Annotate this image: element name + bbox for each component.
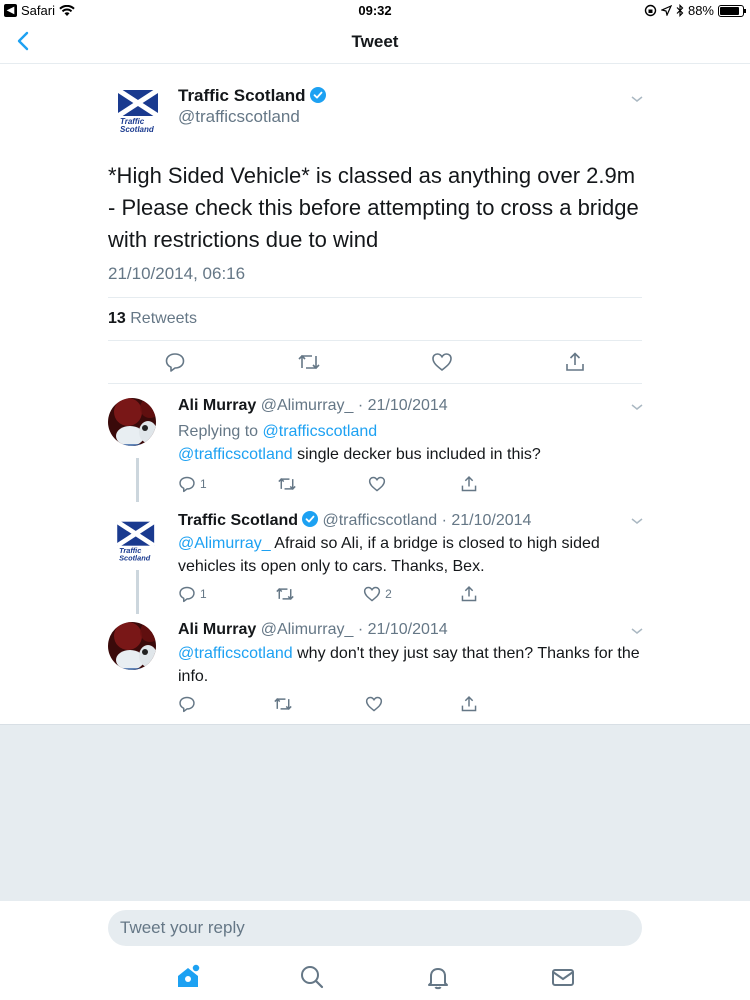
mention-link[interactable]: @trafficscotland: [178, 446, 293, 463]
reply-icon: [179, 696, 195, 713]
reply-button[interactable]: 1: [178, 585, 207, 603]
retweet-icon: [273, 698, 292, 710]
reply-tweet[interactable]: Ali Murray @Alimurray_ · 21/10/2014 @tra…: [0, 614, 750, 724]
main-author-name-row[interactable]: Traffic Scotland: [178, 86, 326, 106]
like-count: 2: [385, 587, 392, 601]
reply-header: Ali Murray @Alimurray_ · 21/10/2014: [178, 397, 448, 415]
reply-input[interactable]: [108, 910, 642, 946]
retweet-stats[interactable]: 13 Retweets: [108, 310, 197, 328]
reply-icon[interactable]: [164, 351, 186, 373]
author-handle: @trafficscotland: [178, 107, 300, 126]
tweet-text: *High Sided Vehicle* is classed as anyth…: [108, 163, 639, 252]
page-title: Tweet: [351, 32, 399, 51]
retweet-label: Retweets: [130, 310, 197, 327]
replying-prefix: Replying to: [178, 423, 259, 440]
like-icon: [368, 476, 385, 492]
compose-bar: [0, 900, 750, 1000]
reply-icon: [179, 476, 195, 493]
tweet-date: 21/10/2014, 06:16: [108, 264, 246, 283]
divider: [108, 340, 642, 341]
share-icon[interactable]: [564, 351, 586, 373]
retweet-count: 13: [108, 310, 126, 327]
battery-percent: 88%: [687, 3, 714, 18]
nav-bar: Tweet: [0, 22, 750, 64]
reply-text: @trafficscotland why don't they just say…: [178, 642, 648, 688]
reply-count: 1: [200, 587, 207, 601]
like-icon: [366, 696, 383, 712]
chevron-down-icon[interactable]: [630, 94, 644, 104]
svg-text:Scotland: Scotland: [120, 125, 155, 134]
share-button[interactable]: [460, 475, 478, 493]
retweet-icon: [278, 478, 296, 490]
chevron-down-icon[interactable]: [630, 626, 644, 636]
search-icon[interactable]: [298, 963, 326, 991]
orientation-lock-icon: [644, 4, 657, 17]
notifications-bell-icon[interactable]: [424, 963, 452, 991]
battery-icon: [718, 4, 746, 17]
status-bar: ◀ Safari 09:32 88%: [0, 0, 750, 22]
share-icon: [461, 476, 477, 492]
like-button[interactable]: [368, 475, 390, 493]
svg-text:Scotland: Scotland: [119, 553, 151, 562]
reply-action-row: 1: [178, 475, 478, 493]
reply-meta: @Alimurray_ · 21/10/2014: [260, 397, 448, 414]
bluetooth-icon: [676, 4, 684, 17]
battery-level: [720, 6, 740, 15]
reply-action-row: 1 2: [178, 585, 478, 603]
divider: [108, 297, 642, 298]
replying-to-link[interactable]: @trafficscotland: [263, 423, 378, 440]
ali-murray-avatar[interactable]: [108, 398, 156, 446]
retweet-button[interactable]: [277, 475, 297, 493]
retweet-icon[interactable]: [297, 351, 321, 373]
like-button[interactable]: 2: [363, 585, 392, 603]
like-button[interactable]: [365, 695, 387, 713]
location-icon: [660, 5, 672, 16]
chevron-down-icon[interactable]: [630, 402, 644, 412]
reply-action-row: [178, 695, 478, 713]
messages-envelope-icon[interactable]: [549, 963, 577, 991]
author-name: Traffic Scotland: [178, 86, 306, 105]
status-time: 09:32: [358, 3, 392, 18]
reply-header: Traffic Scotland @trafficscotland · 21/1…: [178, 511, 531, 530]
reply-text-body: single decker bus included in this?: [292, 446, 541, 463]
reply-author-name: Traffic Scotland: [178, 512, 299, 529]
ali-murray-avatar[interactable]: [108, 622, 156, 670]
verified-badge-icon: [302, 511, 319, 527]
like-icon[interactable]: [431, 351, 453, 373]
mention-link[interactable]: @trafficscotland: [178, 645, 293, 662]
mention-link[interactable]: @Alimurray_: [178, 535, 271, 552]
reply-header: Ali Murray @Alimurray_ · 21/10/2014: [178, 621, 448, 639]
reply-count: 1: [200, 477, 207, 491]
reply-text: @trafficscotland single decker bus inclu…: [178, 443, 648, 466]
chevron-down-icon[interactable]: [630, 516, 644, 526]
retweet-button[interactable]: [273, 695, 293, 713]
reply-icon: [179, 586, 195, 603]
home-icon[interactable]: [174, 963, 202, 991]
empty-area: [0, 724, 750, 900]
reply-meta: @Alimurray_ · 21/10/2014: [260, 621, 448, 638]
traffic-scotland-avatar[interactable]: Traffic Scotland: [108, 518, 156, 566]
retweet-button[interactable]: [275, 585, 295, 603]
replying-to: Replying to @trafficscotland: [178, 420, 648, 443]
share-button[interactable]: [460, 585, 478, 603]
reply-button[interactable]: [178, 695, 200, 713]
reply-button[interactable]: 1: [178, 475, 207, 493]
main-action-row: [108, 351, 642, 373]
verified-badge-icon: [309, 87, 326, 103]
traffic-scotland-avatar[interactable]: Traffic Scotland: [108, 86, 160, 138]
retweet-icon: [276, 588, 294, 600]
tab-bar: [0, 963, 750, 993]
reply-author-name: Ali Murray: [178, 397, 257, 414]
reply-tweet[interactable]: Ali Murray @Alimurray_ · 21/10/2014 Repl…: [0, 384, 750, 504]
share-button[interactable]: [460, 695, 478, 713]
like-icon: [363, 586, 381, 602]
reply-text: @Alimurray_ Afraid so Ali, if a bridge i…: [178, 532, 648, 578]
reply-tweet[interactable]: Traffic Scotland Traffic Scotland @traff…: [0, 504, 750, 614]
reply-author-name: Ali Murray: [178, 621, 257, 638]
share-icon: [461, 696, 477, 712]
share-icon: [461, 586, 477, 602]
reply-meta: @trafficscotland · 21/10/2014: [322, 512, 532, 529]
